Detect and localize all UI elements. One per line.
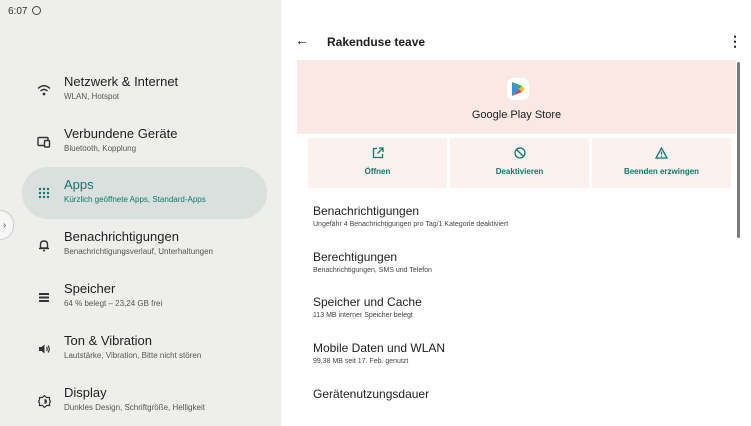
nav-title: Netzwerk & Internet <box>64 74 179 89</box>
row-mobile-data[interactable]: Mobile Daten und WLAN 99,38 MB seit 17. … <box>313 341 445 365</box>
nav-title: Verbundene Geräte <box>64 126 178 141</box>
app-info-pane: ← Rakenduse teave ⋮ Google Play Store Öf… <box>281 0 751 426</box>
force-stop-label: Beenden erzwingen <box>623 167 700 176</box>
row-subtitle: Benachrichtigungen, SMS und Telefon <box>313 267 432 274</box>
nav-subtitle: Kürzlich geöffnete Apps, Standard-Apps <box>64 195 206 204</box>
row-subtitle: Ungefähr 4 Benachrichtigungen pro Tag/1 … <box>313 221 509 228</box>
chevron-right-icon: › <box>3 219 7 231</box>
apps-grid-icon <box>34 183 54 203</box>
nav-subtitle: Lautstärke, Vibration, Bitte nicht störe… <box>64 351 202 360</box>
nav-title: Benachrichtigungen <box>64 229 179 244</box>
force-stop-button[interactable]: Beenden erzwingen <box>592 138 731 188</box>
nav-subtitle: Dunkles Design, Schriftgröße, Helligkeit <box>64 403 205 412</box>
nav-item-notifications[interactable]: Benachrichtigungen Benachrichtigungsverl… <box>22 219 267 271</box>
app-header: Google Play Store <box>297 60 736 134</box>
nav-title: Speicher <box>64 281 116 296</box>
nav-item-apps[interactable]: Apps Kürzlich geöffnete Apps, Standard-A… <box>22 167 267 219</box>
nav-subtitle: Bluetooth, Kopplung <box>64 144 137 153</box>
row-storage-cache[interactable]: Speicher und Cache 113 MB interner Speic… <box>313 295 422 319</box>
disable-icon <box>450 147 589 162</box>
sync-icon <box>32 6 41 15</box>
nav-subtitle: 64 % belegt – 23,24 GB frei <box>64 299 163 308</box>
nav-title: Ton & Vibration <box>64 333 152 348</box>
nav-item-display[interactable]: Display Dunkles Design, Schriftgröße, He… <box>22 375 267 426</box>
devices-icon <box>34 132 54 152</box>
nav-item-sound[interactable]: Ton & Vibration Lautstärke, Vibration, B… <box>22 323 267 375</box>
play-store-logo-icon <box>507 78 529 100</box>
scrollbar[interactable] <box>737 62 740 238</box>
status-time: 6:07 <box>8 6 28 17</box>
page-title: Rakenduse teave <box>327 35 426 49</box>
nav-item-devices[interactable]: Verbundene Geräte Bluetooth, Kopplung <box>22 116 267 168</box>
warning-icon <box>592 146 731 162</box>
storage-icon <box>34 287 54 307</box>
disable-button[interactable]: Deaktivieren <box>450 138 589 188</box>
row-title: Berechtigungen <box>313 250 398 264</box>
app-name: Google Play Store <box>471 109 562 121</box>
nav-title: Apps <box>64 177 94 192</box>
volume-icon <box>34 339 54 359</box>
open-label: Öffnen <box>364 167 391 176</box>
brightness-icon <box>34 391 54 411</box>
settings-nav: Netzwerk & Internet WLAN, Hotspot Verbun… <box>0 22 281 426</box>
row-screen-time[interactable]: Gerätenutzungsdauer <box>313 387 429 401</box>
more-options-icon[interactable]: ⋮ <box>728 33 742 50</box>
row-title: Benachrichtigungen <box>313 204 420 218</box>
nav-subtitle: WLAN, Hotspot <box>64 92 120 101</box>
disable-label: Deaktivieren <box>495 167 544 176</box>
back-arrow-icon[interactable]: ← <box>295 32 309 48</box>
row-title: Speicher und Cache <box>313 295 422 309</box>
app-actions: Öffnen Deaktivieren Beenden erzwingen <box>308 138 731 188</box>
row-notifications[interactable]: Benachrichtigungen Ungefähr 4 Benachrich… <box>313 204 508 228</box>
wifi-icon <box>34 80 54 100</box>
bell-icon <box>34 235 54 255</box>
open-external-icon <box>308 147 447 162</box>
row-title: Mobile Daten und WLAN <box>313 341 446 355</box>
nav-item-storage[interactable]: Speicher 64 % belegt – 23,24 GB frei <box>22 271 267 323</box>
open-button[interactable]: Öffnen <box>308 138 447 188</box>
row-permissions[interactable]: Berechtigungen Benachrichtigungen, SMS u… <box>313 250 432 274</box>
nav-subtitle: Benachrichtigungsverlauf, Unterhaltungen <box>64 247 213 256</box>
nav-item-network[interactable]: Netzwerk & Internet WLAN, Hotspot <box>22 64 267 116</box>
row-subtitle: 113 MB interner Speicher belegt <box>313 312 413 319</box>
row-title: Gerätenutzungsdauer <box>313 387 430 401</box>
nav-title: Display <box>64 385 107 400</box>
row-subtitle: 99,38 MB seit 17. Feb. genutzt <box>313 358 409 365</box>
